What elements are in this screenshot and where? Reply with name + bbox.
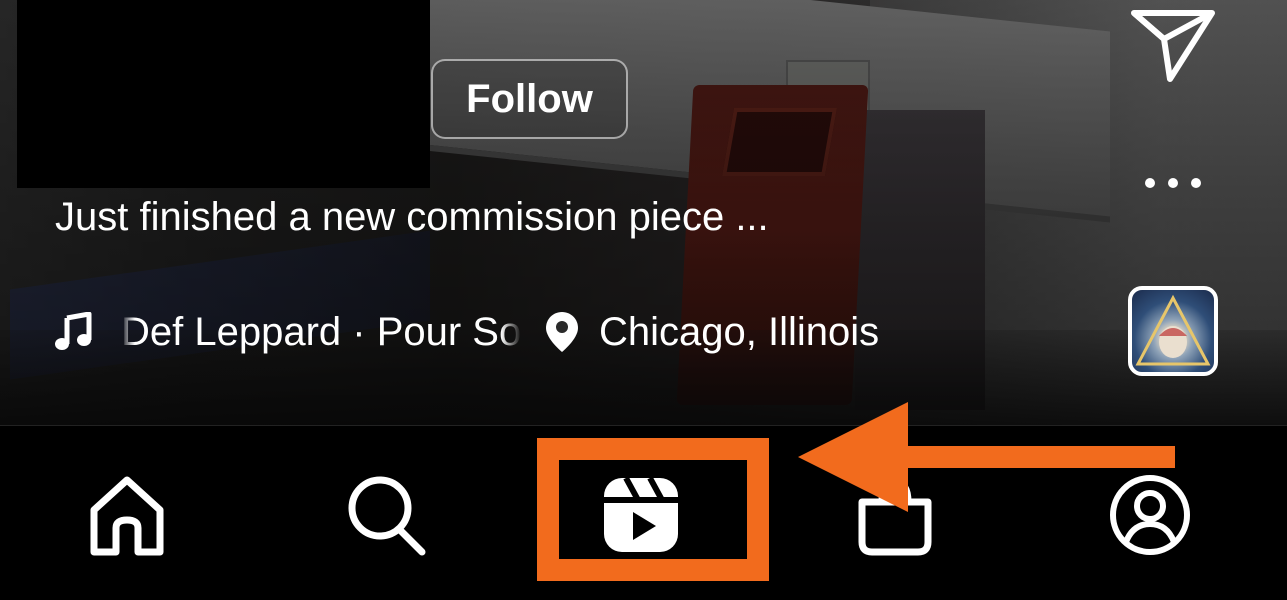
music-note-icon [55, 312, 92, 350]
app-screen: Follow Just finished a new commission pi… [0, 0, 1287, 600]
search-icon [348, 476, 426, 556]
nav-home[interactable] [82, 470, 172, 560]
location-pin-icon [546, 312, 578, 352]
home-icon [90, 476, 164, 556]
paper-plane-icon[interactable] [1128, 5, 1218, 85]
annotation-arrow-icon [798, 402, 1175, 512]
audio-album-thumbnail[interactable] [1128, 286, 1218, 376]
more-dots-icon[interactable] [1140, 168, 1206, 198]
reel-meta-row: Def Leppard · Pour Some Sugar On Me Chic… [55, 306, 879, 358]
location-link[interactable]: Chicago, Illinois [599, 310, 879, 355]
reels-highlight-annotation [537, 438, 769, 581]
follow-button[interactable]: Follow [431, 59, 628, 139]
nav-search[interactable] [340, 470, 430, 560]
reel-caption[interactable]: Just finished a new commission piece ... [55, 195, 769, 240]
album-art-triangle-icon [1135, 294, 1211, 366]
audio-track-link[interactable]: Def Leppard · Pour Some Sugar On Me [121, 310, 521, 355]
redacted-username-area [17, 0, 430, 188]
